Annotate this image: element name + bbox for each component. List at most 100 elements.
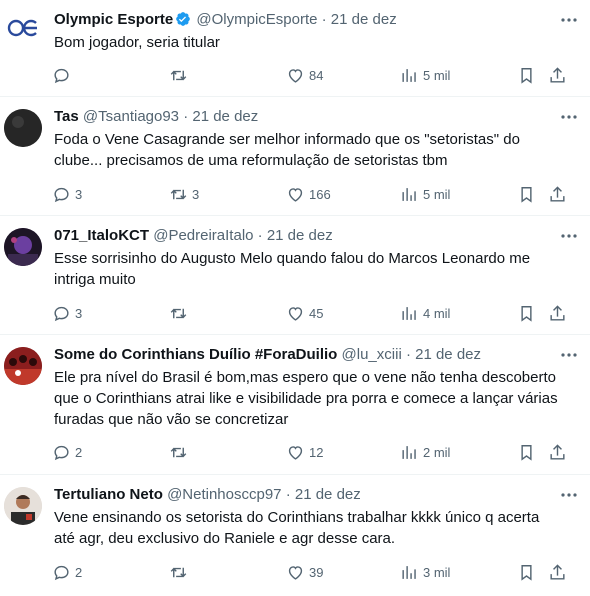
avatar-purple-avatar[interactable] (4, 228, 42, 266)
bookmark-button[interactable] (517, 182, 540, 206)
reply-icon (54, 565, 69, 580)
reply-button[interactable]: 3 (52, 182, 82, 206)
retweet-icon (170, 189, 187, 199)
share-button[interactable] (548, 440, 571, 464)
author-name[interactable]: Tertuliano Neto (54, 486, 163, 503)
heart-icon (288, 68, 303, 83)
action-bar: 84 5 mil (50, 63, 574, 87)
author-name[interactable]: Olympic Esporte (54, 11, 173, 28)
author-handle[interactable]: @lu_xciii (342, 346, 402, 363)
like-button[interactable]: 39 (286, 560, 323, 584)
views-count: 3 mil (423, 564, 451, 580)
reply-button[interactable]: 2 (52, 560, 82, 584)
like-count: 84 (309, 67, 324, 83)
reply-button[interactable] (52, 63, 75, 87)
reply-icon (54, 187, 69, 202)
like-count: 166 (309, 186, 331, 202)
share-icon (550, 443, 565, 460)
like-count: 45 (309, 305, 324, 321)
like-button[interactable]: 84 (286, 63, 323, 87)
share-button[interactable] (548, 560, 571, 584)
bookmark-button[interactable] (517, 301, 540, 325)
reply-icon (54, 68, 69, 83)
like-button[interactable]: 166 (286, 182, 331, 206)
bookmark-icon (521, 444, 532, 461)
reply-count: 2 (75, 564, 83, 580)
author-handle[interactable]: @PedreiraItalo (153, 227, 253, 244)
user-avatar-icon (4, 228, 42, 266)
author-handle[interactable]: @Tsantiago93 (83, 108, 179, 125)
tweet-4[interactable]: Tertuliano Neto @Netinhosccp97 · 21 de d… (0, 475, 590, 596)
views-count: 2 mil (423, 444, 451, 460)
views-icon (402, 306, 416, 320)
author-name[interactable]: Tas (54, 108, 79, 125)
tweet-date[interactable]: · 21 de dez (322, 11, 397, 28)
reply-icon (54, 306, 69, 321)
heart-icon (288, 565, 303, 580)
avatar-olympic-logo[interactable] (4, 8, 42, 46)
views-button[interactable]: 3 mil (400, 560, 450, 584)
like-count: 12 (309, 444, 324, 460)
tweet-0[interactable]: Olympic Esporte @OlympicEsporte · 21 de … (0, 0, 590, 97)
tweet-text: Ele pra nível do Brasil é bom,mas espero… (54, 369, 558, 428)
avatar-crowd-avatar[interactable] (4, 347, 42, 385)
views-button[interactable]: 5 mil (400, 63, 450, 87)
tweet-header: Tertuliano Neto @Netinhosccp97 · 21 de d… (54, 485, 550, 505)
tweet-3[interactable]: Some do Corinthians Duílio #ForaDuilio @… (0, 335, 590, 475)
reply-button[interactable]: 3 (52, 301, 82, 325)
more-options-icon[interactable] (558, 485, 580, 505)
views-button[interactable]: 5 mil (400, 182, 450, 206)
share-button[interactable] (548, 301, 571, 325)
action-bar: 3 3 166 5 mil (50, 182, 574, 206)
author-name[interactable]: 071_ItaloKCT (54, 227, 149, 244)
share-icon (550, 185, 565, 202)
more-options-icon[interactable] (558, 226, 580, 246)
heart-icon (288, 187, 303, 202)
bookmark-icon (521, 186, 532, 203)
author-handle[interactable]: @OlympicEsporte (196, 11, 317, 28)
retweet-icon (170, 567, 187, 577)
like-button[interactable]: 12 (286, 440, 323, 464)
bookmark-icon (521, 564, 532, 581)
reply-count: 3 (75, 305, 83, 321)
reply-feed: Olympic Esporte @OlympicEsporte · 21 de … (0, 0, 590, 596)
bookmark-button[interactable] (517, 560, 540, 584)
tweet-header: Olympic Esporte @OlympicEsporte · 21 de … (54, 10, 550, 30)
share-button[interactable] (548, 63, 571, 87)
more-options-icon[interactable] (558, 10, 580, 30)
tweet-date[interactable]: · 21 de dez (258, 227, 333, 244)
views-button[interactable]: 2 mil (400, 440, 450, 464)
avatar-dark-avatar[interactable] (4, 109, 42, 147)
retweet-button[interactable] (169, 560, 192, 584)
bookmark-button[interactable] (517, 440, 540, 464)
retweet-button[interactable] (169, 301, 192, 325)
views-icon (402, 68, 416, 82)
tweet-date[interactable]: · 21 de dez (406, 346, 481, 363)
verified-badge-icon (175, 11, 191, 27)
more-options-icon[interactable] (558, 107, 580, 127)
avatar-person-avatar[interactable] (4, 487, 42, 525)
retweet-icon (170, 447, 187, 457)
views-count: 5 mil (423, 67, 451, 83)
reply-button[interactable]: 2 (52, 440, 82, 464)
retweet-button[interactable] (169, 440, 192, 464)
like-button[interactable]: 45 (286, 301, 323, 325)
views-button[interactable]: 4 mil (400, 301, 450, 325)
tweet-1[interactable]: Tas @Tsantiago93 · 21 de dez Foda o Vene… (0, 97, 590, 216)
tweet-text: Vene ensinando os setorista do Corinthia… (54, 509, 540, 547)
reply-count: 3 (75, 186, 83, 202)
share-button[interactable] (548, 182, 571, 206)
tweet-text: Foda o Vene Casagrande ser melhor inform… (54, 131, 520, 169)
bookmark-icon (521, 67, 532, 84)
retweet-button[interactable]: 3 (169, 182, 199, 206)
author-name[interactable]: Some do Corinthians Duílio #ForaDuilio (54, 346, 337, 363)
share-icon (550, 563, 565, 580)
tweet-date[interactable]: · 21 de dez (183, 108, 258, 125)
views-count: 4 mil (423, 305, 451, 321)
bookmark-button[interactable] (517, 63, 540, 87)
tweet-2[interactable]: 071_ItaloKCT @PedreiraItalo · 21 de dez … (0, 216, 590, 335)
author-handle[interactable]: @Netinhosccp97 (167, 486, 281, 503)
retweet-button[interactable] (169, 63, 192, 87)
tweet-date[interactable]: · 21 de dez (286, 486, 361, 503)
more-options-icon[interactable] (558, 345, 580, 365)
